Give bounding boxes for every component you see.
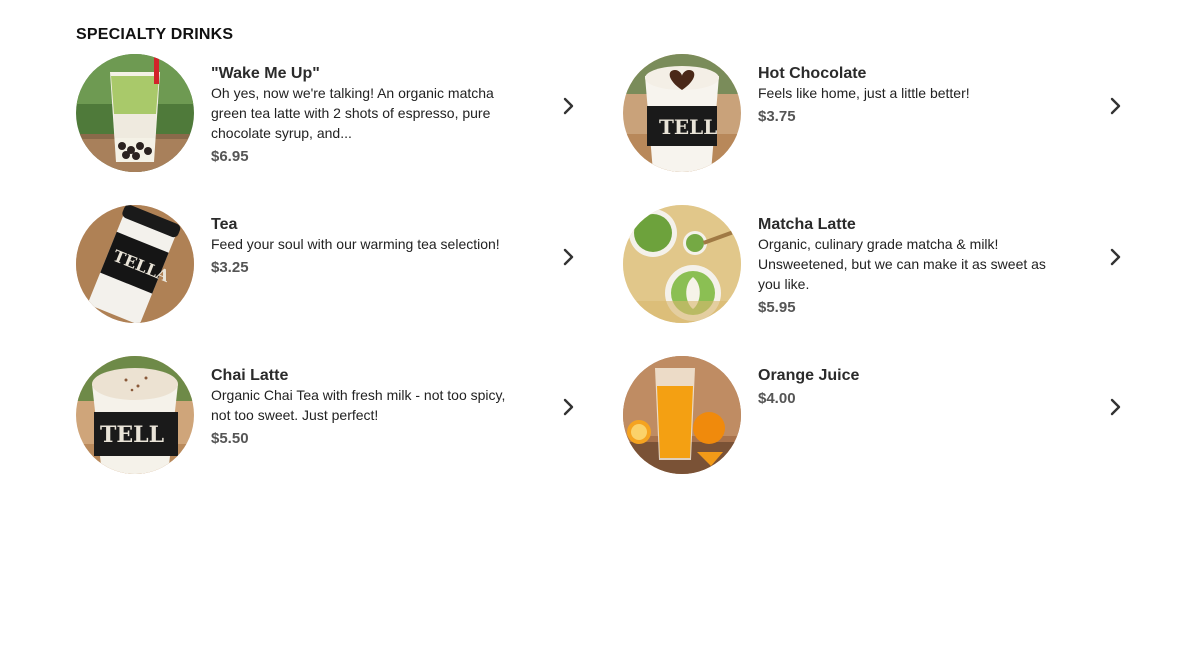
chevron-right-icon[interactable] <box>560 247 576 267</box>
item-name: Matcha Latte <box>758 216 856 233</box>
hot-chocolate-photo: TELL <box>623 54 741 172</box>
boba-matcha-latte-photo <box>76 54 194 172</box>
item-name: Chai Latte <box>211 367 289 384</box>
chai-latte-photo: TELL <box>76 356 194 474</box>
item-name: "Wake Me Up" <box>211 65 320 82</box>
item-name: Orange Juice <box>758 367 860 384</box>
item-price: $5.95 <box>758 299 796 316</box>
item-price: $6.95 <box>211 148 249 165</box>
chevron-right-icon[interactable] <box>1107 397 1123 417</box>
section-title: SPECIALTY DRINKS <box>76 26 234 43</box>
matcha-latte-photo <box>623 205 741 323</box>
item-price: $3.75 <box>758 108 796 125</box>
menu-item-hot-chocolate[interactable]: TELL Hot Chocolate Feels like home, just… <box>623 54 1133 205</box>
orange-juice-photo <box>623 356 741 474</box>
item-name: Tea <box>211 216 238 233</box>
menu-item-wake-me-up[interactable]: "Wake Me Up" Oh yes, now we're talking! … <box>76 54 586 205</box>
svg-text:TELL: TELL <box>100 422 164 448</box>
chevron-right-icon[interactable] <box>1107 96 1123 116</box>
menu-item-tea[interactable]: TELLA Tea Feed your soul with our warmin… <box>76 205 586 356</box>
item-description: Feed your soul with our warming tea sele… <box>211 236 500 252</box>
chevron-right-icon[interactable] <box>560 96 576 116</box>
svg-text:TELL: TELL <box>659 115 717 139</box>
menu-item-matcha-latte[interactable]: Matcha Latte Organic, culinary grade mat… <box>623 205 1133 356</box>
menu-item-chai-latte[interactable]: TELL Chai Latte Organic Chai Tea with fr… <box>76 356 586 507</box>
menu-grid: "Wake Me Up" Oh yes, now we're talking! … <box>76 54 1136 507</box>
menu-item-orange-juice[interactable]: Orange Juice $4.00 <box>623 356 1133 507</box>
item-price: $4.00 <box>758 390 796 407</box>
tea-cup-photo: TELLA <box>76 205 194 323</box>
item-description: Oh yes, now we're talking! An organic ma… <box>211 85 494 141</box>
menu-page: SPECIALTY DRINKS "Wake Me Up" Oh yes, no… <box>0 0 1191 648</box>
item-name: Hot Chocolate <box>758 65 867 82</box>
chevron-right-icon[interactable] <box>560 397 576 417</box>
item-description: Feels like home, just a little better! <box>758 85 970 101</box>
item-description: Organic, culinary grade matcha & milk! U… <box>758 236 1046 292</box>
item-description: Organic Chai Tea with fresh milk - not t… <box>211 387 506 423</box>
chevron-right-icon[interactable] <box>1107 247 1123 267</box>
item-price: $3.25 <box>211 259 249 276</box>
item-price: $5.50 <box>211 430 249 447</box>
